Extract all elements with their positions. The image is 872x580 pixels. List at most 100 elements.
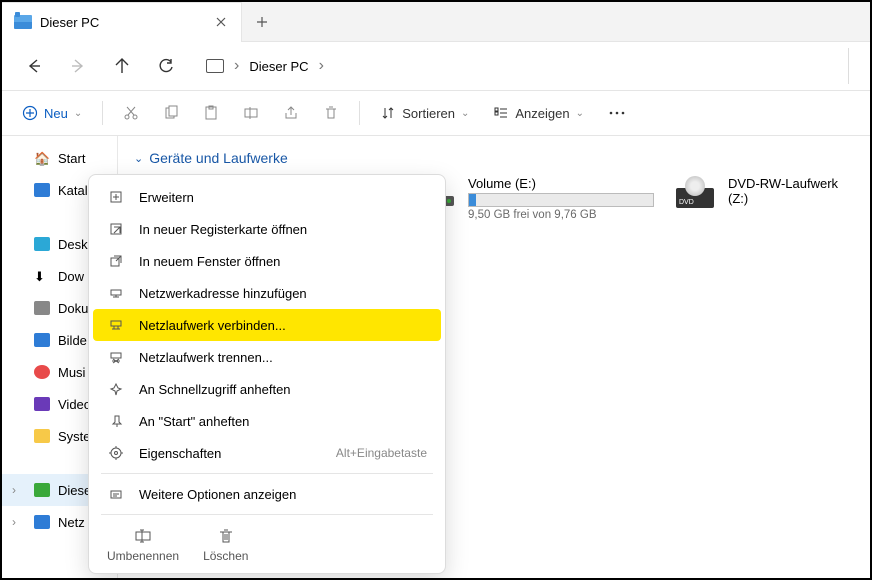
sidebar-label: Syste <box>58 429 91 444</box>
new-button[interactable]: Neu ⌄ <box>14 95 90 131</box>
ctx-map-network-drive[interactable]: Netzlaufwerk verbinden... <box>93 309 441 341</box>
ctx-label: In neuer Registerkarte öffnen <box>139 222 427 237</box>
chevron-right-icon[interactable]: › <box>12 483 16 497</box>
breadcrumb-location[interactable]: Dieser PC <box>249 59 308 74</box>
copy-button[interactable] <box>155 95 187 131</box>
more-button[interactable] <box>600 95 634 131</box>
ctx-bottom-row: Umbenennen Löschen <box>93 519 441 567</box>
sort-icon <box>380 105 396 121</box>
expand-icon <box>107 188 125 206</box>
chevron-down-icon: ⌄ <box>576 108 584 119</box>
ctx-more-options[interactable]: Weitere Optionen anzeigen <box>93 478 441 510</box>
sort-button[interactable]: Sortieren ⌄ <box>372 95 477 131</box>
ctx-label: Erweitern <box>139 190 427 205</box>
ctx-open-new-tab[interactable]: In neuer Registerkarte öffnen <box>93 213 441 245</box>
context-menu: Erweitern In neuer Registerkarte öffnen … <box>88 174 446 574</box>
delete-button[interactable] <box>315 95 347 131</box>
drive-status: 9,50 GB frei von 9,76 GB <box>468 209 654 221</box>
new-label: Neu <box>44 106 68 121</box>
chevron-right-icon[interactable]: › <box>319 57 324 75</box>
videos-icon <box>34 397 50 411</box>
sidebar-label: Doku <box>58 301 88 316</box>
drive-info: DVD-RW-Laufwerk (Z:) <box>728 176 854 221</box>
back-button[interactable] <box>14 48 54 84</box>
netadd-icon <box>107 284 125 302</box>
arrow-up-icon <box>113 57 131 75</box>
chevron-right-icon: › <box>234 57 239 75</box>
pinstart-icon <box>107 412 125 430</box>
netmap-icon <box>107 316 125 334</box>
drive-name: DVD-RW-Laufwerk (Z:) <box>728 176 854 206</box>
this-pc-icon <box>34 483 50 497</box>
newwindow-icon <box>107 252 125 270</box>
toolbar: Neu ⌄ Sortieren ⌄ Anzeigen ⌄ <box>2 90 870 136</box>
newtab-icon <box>107 220 125 238</box>
chevron-right-icon[interactable]: › <box>12 515 16 529</box>
sidebar-item-home[interactable]: 🏠Start <box>2 142 117 174</box>
home-icon: 🏠 <box>34 151 50 165</box>
ctx-delete-button[interactable]: Löschen <box>203 525 248 563</box>
separator <box>101 473 433 474</box>
sidebar-label: Dow <box>58 269 84 284</box>
ctx-label: Weitere Optionen anzeigen <box>139 487 427 502</box>
separator <box>101 514 433 515</box>
properties-icon <box>107 444 125 462</box>
tab-this-pc[interactable]: Dieser PC <box>2 2 242 42</box>
drive-dvd-z[interactable]: DVD-RW-Laufwerk (Z:) <box>674 176 854 221</box>
pin-icon <box>107 380 125 398</box>
dvd-icon <box>674 176 718 212</box>
separator <box>102 101 103 125</box>
sidebar-label: Katal <box>58 183 88 198</box>
chevron-down-icon: ⌄ <box>74 108 82 119</box>
share-button[interactable] <box>275 95 307 131</box>
chevron-down-icon: ⌄ <box>134 152 143 165</box>
tab-title: Dieser PC <box>40 15 205 30</box>
ctx-disconnect-network-drive[interactable]: Netzlaufwerk trennen... <box>93 341 441 373</box>
new-tab-button[interactable] <box>242 2 282 42</box>
drive-volume-e[interactable]: Volume (E:) 9,50 GB frei von 9,76 GB <box>414 176 654 221</box>
ctx-add-network-location[interactable]: Netzwerkadresse hinzufügen <box>93 277 441 309</box>
ctx-label: Eigenschaften <box>139 446 322 461</box>
section-header-devices[interactable]: ⌄ Geräte und Laufwerke <box>134 144 854 172</box>
chevron-down-icon: ⌄ <box>461 108 469 119</box>
gallery-icon <box>34 183 50 197</box>
tab-close-button[interactable] <box>213 14 229 30</box>
section-title: Geräte und Laufwerke <box>149 150 288 166</box>
arrow-right-icon <box>69 57 87 75</box>
cut-button[interactable] <box>115 95 147 131</box>
share-icon <box>283 105 299 121</box>
forward-button[interactable] <box>58 48 98 84</box>
ctx-bottom-label: Umbenennen <box>107 549 179 563</box>
ctx-bottom-label: Löschen <box>203 549 248 563</box>
refresh-icon <box>157 57 175 75</box>
ctx-pin-start[interactable]: An "Start" anheften <box>93 405 441 437</box>
paste-button[interactable] <box>195 95 227 131</box>
ctx-label: Netzwerkadresse hinzufügen <box>139 286 427 301</box>
ctx-expand[interactable]: Erweitern <box>93 181 441 213</box>
ctx-pin-quick-access[interactable]: An Schnellzugriff anheften <box>93 373 441 405</box>
ctx-rename-button[interactable]: Umbenennen <box>107 525 179 563</box>
ctx-shortcut: Alt+Eingabetaste <box>336 446 427 460</box>
sidebar-label: Video <box>58 397 91 412</box>
refresh-button[interactable] <box>146 48 186 84</box>
view-icon <box>493 105 509 121</box>
sort-label: Sortieren <box>402 106 455 121</box>
folder-icon <box>34 429 50 443</box>
view-label: Anzeigen <box>515 106 569 121</box>
documents-icon <box>34 301 50 315</box>
ctx-properties[interactable]: Eigenschaften Alt+Eingabetaste <box>93 437 441 469</box>
ctx-open-new-window[interactable]: In neuem Fenster öffnen <box>93 245 441 277</box>
netdisc-icon <box>107 348 125 366</box>
network-icon <box>34 515 50 529</box>
sidebar-label: Musi <box>58 365 85 380</box>
plus-icon <box>255 15 269 29</box>
drive-name: Volume (E:) <box>468 176 654 191</box>
up-button[interactable] <box>102 48 142 84</box>
address-bar[interactable]: › Dieser PC › <box>198 48 844 84</box>
tab-bar: Dieser PC <box>2 2 870 42</box>
view-button[interactable]: Anzeigen ⌄ <box>485 95 592 131</box>
ctx-label: An Schnellzugriff anheften <box>139 382 427 397</box>
more-icon <box>107 485 125 503</box>
copy-icon <box>163 105 179 121</box>
rename-button[interactable] <box>235 95 267 131</box>
